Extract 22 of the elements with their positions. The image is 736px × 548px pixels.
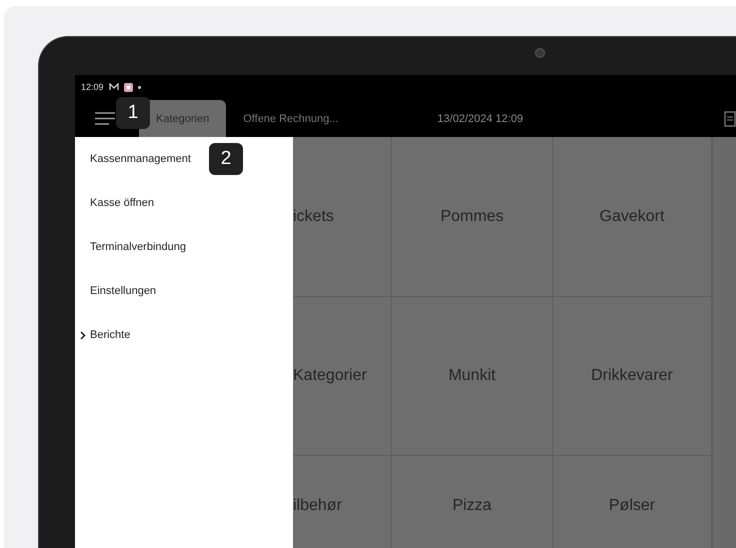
menu-group[interactable]: Berichte [75, 313, 130, 357]
dot-icon [138, 86, 141, 88]
category-tile[interactable]: Munkit [392, 297, 553, 456]
callout-badge: 1 [116, 97, 150, 129]
tab[interactable]: Kategorien [139, 100, 226, 137]
tab[interactable]: Offene Rechnung... [226, 100, 356, 137]
callout-badge: 2 [209, 143, 243, 175]
date-time: 13/02/2024 12:09 [437, 113, 524, 125]
printer-icon[interactable] [724, 111, 736, 127]
category-tile[interactable]: Pommes [392, 137, 553, 297]
camera-icon [535, 48, 545, 58]
menu-item[interactable]: Kassenmanagement [75, 137, 191, 181]
menu-item-label: Berichte [90, 329, 130, 341]
notification-icon [124, 82, 133, 92]
menu-icon[interactable] [95, 112, 115, 125]
menu-item[interactable]: Kasse öffnen [75, 181, 154, 225]
status-time: 12:09 [81, 82, 104, 92]
mail-icon [108, 83, 119, 91]
menu-item[interactable]: Einstellungen [75, 269, 156, 313]
category-tile[interactable]: Pizza [392, 456, 553, 548]
menu-item[interactable]: Terminalverbindung [75, 225, 186, 269]
chevron-icon [80, 330, 86, 340]
